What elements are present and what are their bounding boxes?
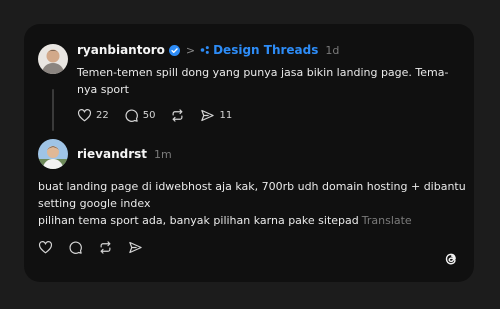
like-button[interactable]: 22	[77, 108, 109, 123]
post-header: ryanbiantoro > Design Threads 1d	[77, 43, 339, 57]
topic-icon	[200, 45, 210, 55]
reply-avatar[interactable]	[38, 139, 68, 169]
share-count: 11	[219, 110, 233, 121]
reply-header: rievandrst 1m	[77, 147, 172, 161]
reply-username[interactable]: rievandrst	[77, 147, 147, 161]
heart-icon	[77, 109, 92, 122]
topic-link[interactable]: Design Threads	[213, 43, 318, 57]
comment-count: 50	[142, 110, 156, 121]
reply-timestamp: 1m	[154, 147, 172, 161]
comment-icon	[69, 241, 82, 254]
post-text-line: nya sport	[77, 83, 129, 96]
like-count: 22	[96, 110, 109, 121]
reply-repost-button[interactable]	[98, 240, 113, 255]
verified-badge-icon	[168, 44, 180, 56]
reply-text: buat landing page di idwebhost aja kak, …	[38, 178, 466, 229]
reply-comment-button[interactable]	[68, 240, 83, 255]
reply-actions	[38, 240, 158, 255]
share-button[interactable]: 11	[200, 108, 232, 123]
heart-icon	[38, 241, 53, 254]
reply-like-button[interactable]	[38, 240, 53, 255]
post-text-line: Temen-temen spill dong yang punya jasa b…	[77, 66, 449, 79]
translate-link[interactable]: Translate	[362, 214, 412, 227]
reply-share-button[interactable]	[128, 240, 143, 255]
repost-button[interactable]	[170, 108, 185, 123]
post-avatar[interactable]	[38, 44, 68, 74]
share-icon	[201, 109, 215, 122]
share-icon	[129, 241, 142, 254]
repost-icon	[100, 241, 111, 254]
reply-text-line-content: pilihan tema sport ada, banyak pilihan k…	[38, 214, 359, 227]
reply-text-line: pilihan tema sport ada, banyak pilihan k…	[38, 212, 466, 229]
post-actions: 22 50 11	[77, 108, 247, 123]
reply-text-line: setting google index	[38, 197, 151, 210]
comment-button[interactable]: 50	[124, 108, 156, 123]
threads-logo-icon[interactable]	[442, 250, 460, 268]
repost-icon	[173, 109, 183, 122]
post-text: Temen-temen spill dong yang punya jasa b…	[77, 64, 448, 98]
comment-icon	[125, 109, 138, 122]
thread-connector-line	[52, 89, 54, 131]
post-timestamp: 1d	[325, 43, 340, 57]
chevron-right-icon: >	[185, 43, 196, 57]
reply-text-line: buat landing page di idwebhost aja kak, …	[38, 180, 466, 193]
post-username[interactable]: ryanbiantoro	[77, 43, 165, 57]
thread-card: ryanbiantoro > Design Threads 1d Temen-t…	[24, 24, 474, 282]
